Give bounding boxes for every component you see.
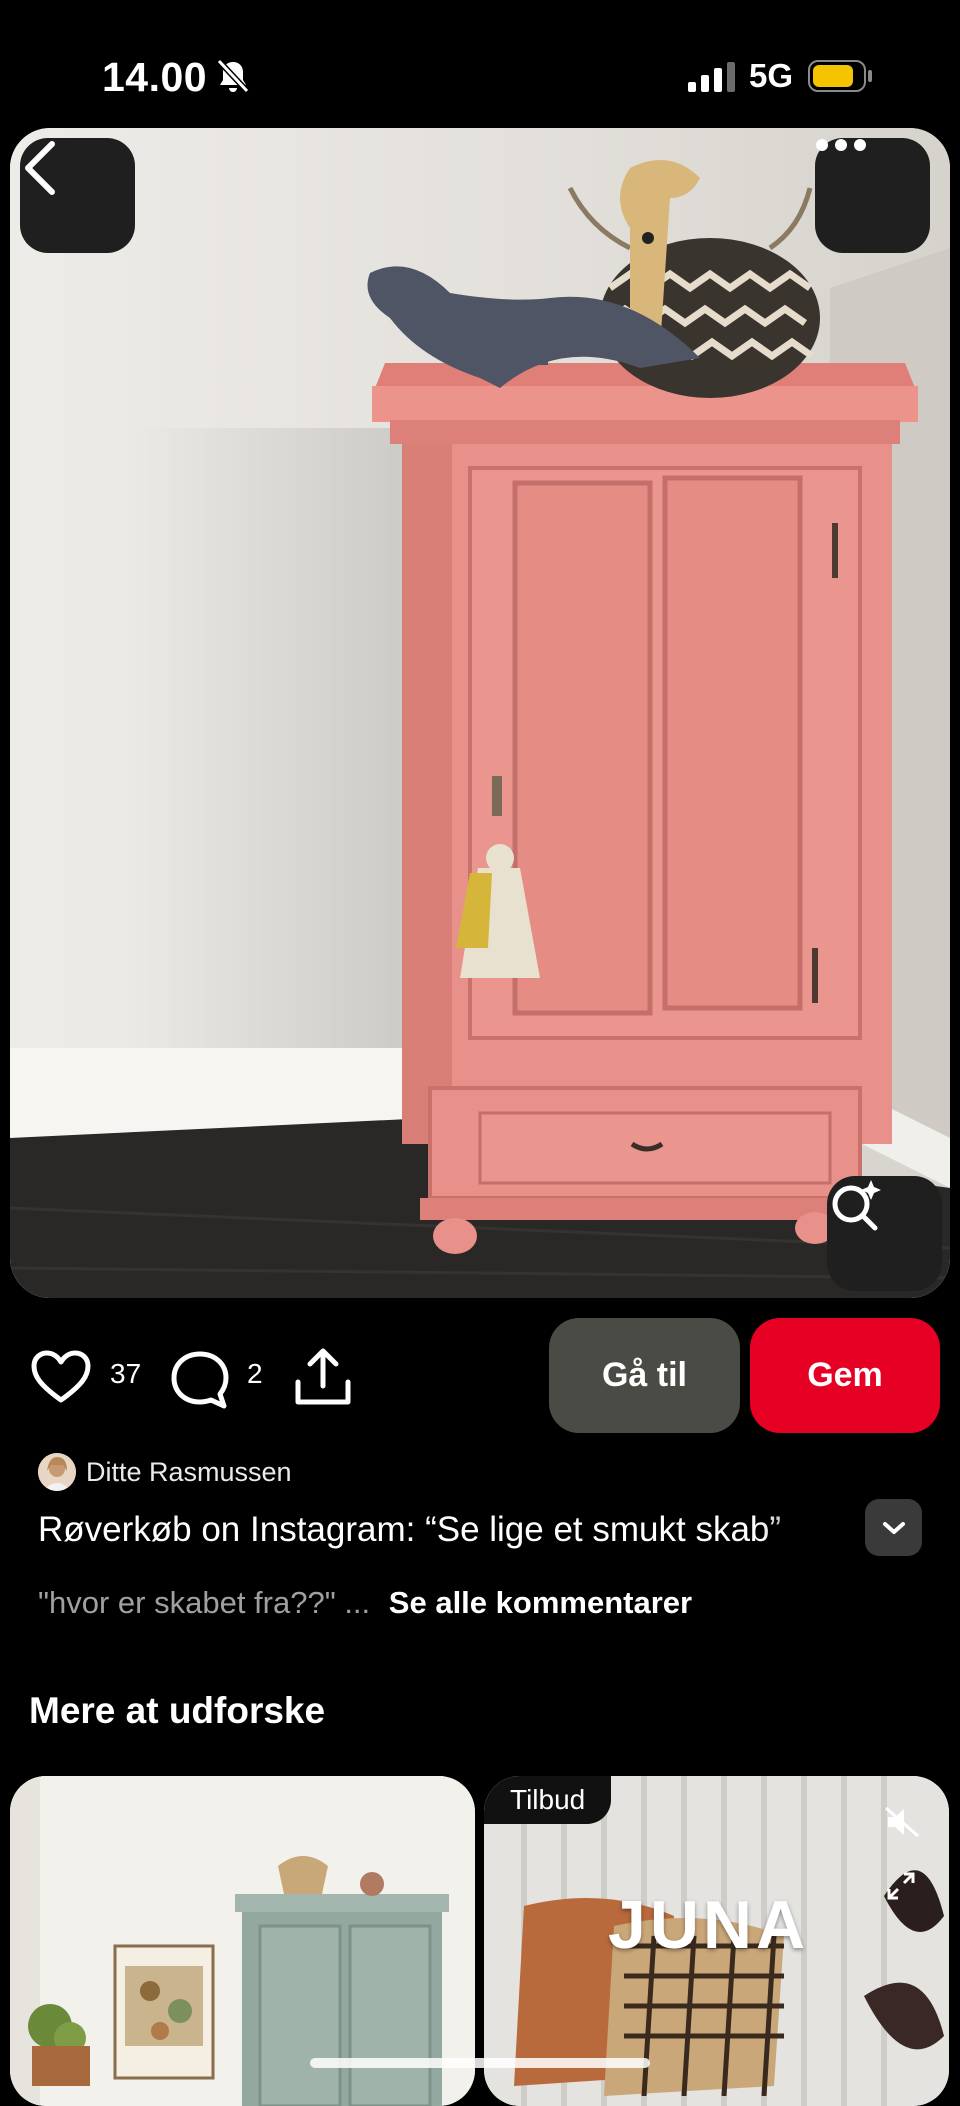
comment-icon[interactable] [170, 1350, 230, 1415]
bell-muted-icon [216, 58, 250, 99]
comment-preview: "hvor er skabet fra??" ... [38, 1585, 371, 1620]
status-bar: 14.00 5G [0, 0, 960, 130]
expand-description-button[interactable] [865, 1499, 922, 1556]
clock: 14.00 [102, 54, 208, 100]
chevron-left-icon [25, 141, 55, 195]
comment-preview-row[interactable]: "hvor er skabet fra??" ... Se alle komme… [38, 1585, 692, 1621]
pin-actions: 37 2 Gå til Gem [0, 1310, 960, 1440]
explore-card[interactable] [10, 1776, 475, 2106]
network-label: 5G [749, 57, 794, 94]
mute-icon[interactable] [884, 1806, 920, 1843]
visual-search-icon [832, 1180, 881, 1231]
chevron-down-icon [882, 1521, 905, 1534]
see-all-comments-link[interactable]: Se alle kommentarer [389, 1585, 692, 1620]
visual-search-button[interactable] [827, 1176, 942, 1291]
pin-author[interactable]: Ditte Rasmussen [38, 1452, 292, 1492]
like-count: 37 [110, 1358, 142, 1389]
avatar [38, 1453, 76, 1491]
explore-heading: Mere at udforske [29, 1690, 326, 1731]
back-button[interactable] [20, 138, 135, 253]
ad-brand-text: JUNA [608, 1887, 810, 1963]
explore-card-ad[interactable]: Tilbud JUNA [484, 1776, 949, 2106]
ellipsis-icon [816, 139, 866, 151]
author-name: Ditte Rasmussen [86, 1456, 292, 1487]
signal-icon [688, 62, 736, 97]
goto-button[interactable]: Gå til [549, 1318, 740, 1433]
save-button[interactable]: Gem [750, 1318, 940, 1433]
heart-icon[interactable] [30, 1350, 92, 1409]
comment-count: 2 [247, 1358, 263, 1389]
expand-icon[interactable] [886, 1871, 916, 1906]
share-icon[interactable] [292, 1346, 354, 1413]
more-options-button[interactable] [815, 138, 930, 253]
home-indicator [310, 2058, 650, 2068]
pin-title: Røverkøb on Instagram: “Se lige et smukt… [38, 1510, 782, 1549]
pin-image[interactable] [10, 128, 950, 1298]
battery-icon [808, 60, 874, 97]
promoted-badge: Tilbud [484, 1776, 612, 1824]
